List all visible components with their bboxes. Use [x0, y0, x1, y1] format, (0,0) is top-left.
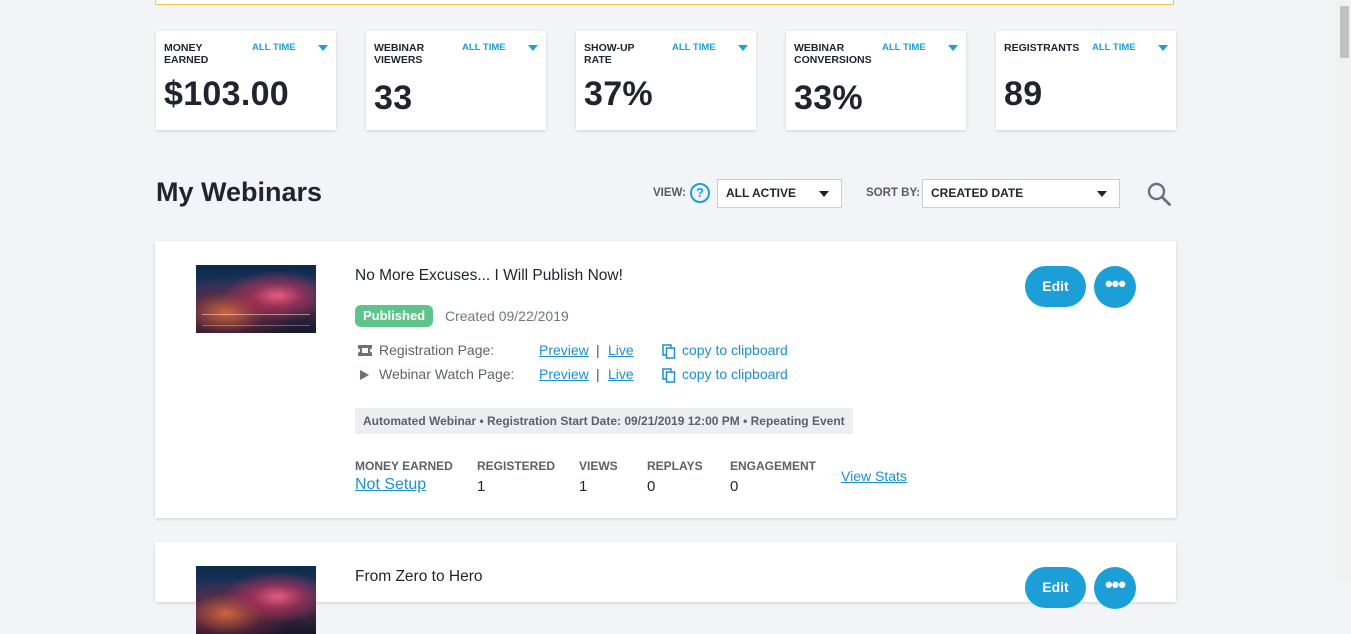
view-select[interactable]: ALL ACTIVE [717, 179, 842, 208]
stat-label: SHOW-UP RATE [584, 42, 635, 66]
stat-label: MONEY EARNED [164, 42, 209, 66]
registration-preview-link[interactable]: Preview [539, 342, 589, 358]
caret-down-icon[interactable] [318, 45, 328, 51]
page-scrollbar[interactable] [1336, 0, 1351, 583]
stat-range-dropdown[interactable]: ALL TIME [462, 42, 506, 54]
stat-value: 37% [584, 75, 653, 113]
caret-down-icon [1097, 191, 1107, 197]
scrollbar-thumb[interactable] [1340, 6, 1349, 58]
stat-card-show-up-rate: SHOW-UP RATE ALL TIME 37% [576, 31, 756, 130]
page-title: My Webinars [156, 177, 323, 207]
stat-value: $103.00 [164, 75, 290, 113]
more-options-icon: ••• [1104, 271, 1126, 296]
link-separator: | [596, 366, 600, 382]
watch-preview-link[interactable]: Preview [539, 366, 589, 382]
stat-range-dropdown[interactable]: ALL TIME [882, 42, 926, 54]
stat-value: 33 [374, 79, 413, 117]
stat-label: WEBINAR CONVERSIONS [794, 42, 872, 66]
sort-select[interactable]: CREATED DATE [922, 179, 1120, 208]
replays-value: 0 [647, 478, 656, 495]
registration-live-link[interactable]: Live [608, 342, 634, 358]
webinar-thumbnail[interactable] [196, 265, 316, 333]
thumbnail-caption [202, 314, 310, 326]
edit-button[interactable]: Edit [1025, 567, 1086, 608]
stat-value: 89 [1004, 75, 1043, 113]
view-label: VIEW: [653, 187, 687, 199]
caret-down-icon[interactable] [948, 45, 958, 51]
caret-down-icon[interactable] [528, 45, 538, 51]
caret-down-icon [819, 191, 829, 197]
webinar-card: From Zero to Hero Edit ••• [155, 542, 1176, 634]
ticket-icon [358, 345, 372, 356]
webinar-title[interactable]: From Zero to Hero [355, 568, 482, 586]
stat-card-money-earned: MONEY EARNED ALL TIME $103.00 [156, 31, 336, 130]
link-separator: | [596, 342, 600, 358]
copy-icon[interactable] [662, 368, 676, 383]
registered-value: 1 [477, 478, 486, 495]
watch-copy-link[interactable]: copy to clipboard [682, 366, 788, 382]
stat-range-dropdown[interactable]: ALL TIME [1092, 42, 1136, 54]
views-label: VIEWS [579, 459, 618, 473]
stat-range-dropdown[interactable]: ALL TIME [672, 42, 716, 54]
play-icon [360, 370, 369, 380]
registration-page-label: Registration Page: [379, 342, 495, 358]
more-options-button[interactable]: ••• [1094, 567, 1136, 609]
stat-label: REGISTRANTS [1004, 42, 1080, 54]
webinar-title[interactable]: No More Excuses... I Will Publish Now! [355, 267, 623, 285]
webinar-meta-info: Automated Webinar • Registration Start D… [355, 408, 853, 434]
replays-label: REPLAYS [647, 459, 703, 473]
views-value: 1 [579, 478, 588, 495]
stat-value: 33% [794, 79, 863, 117]
engagement-value: 0 [730, 478, 739, 495]
view-stats-link[interactable]: View Stats [841, 468, 907, 484]
caret-down-icon[interactable] [738, 45, 748, 51]
registered-label: REGISTERED [477, 459, 556, 473]
webinar-thumbnail[interactable] [196, 566, 316, 634]
copy-icon[interactable] [662, 344, 676, 359]
edit-button[interactable]: Edit [1025, 266, 1086, 307]
more-options-button[interactable]: ••• [1094, 266, 1136, 308]
status-badge: Published [355, 305, 434, 327]
view-select-value: ALL ACTIVE [726, 186, 797, 200]
notice-banner [155, 0, 1174, 5]
money-earned-setup-link[interactable]: Not Setup [355, 476, 426, 494]
help-icon[interactable]: ? [690, 183, 710, 203]
created-date: Created 09/22/2019 [445, 308, 569, 324]
stat-card-webinar-conversions: WEBINAR CONVERSIONS ALL TIME 33% [786, 31, 966, 130]
sort-select-value: CREATED DATE [931, 186, 1024, 200]
search-icon[interactable] [1146, 181, 1172, 207]
sort-label: SORT BY: [866, 187, 921, 199]
stat-card-registrants: REGISTRANTS ALL TIME 89 [996, 31, 1176, 130]
more-options-icon: ••• [1104, 572, 1126, 597]
webinar-card: No More Excuses... I Will Publish Now! P… [155, 241, 1176, 518]
stat-label: WEBINAR VIEWERS [374, 42, 425, 66]
caret-down-icon[interactable] [1158, 45, 1168, 51]
stat-card-webinar-viewers: WEBINAR VIEWERS ALL TIME 33 [366, 31, 546, 130]
watch-live-link[interactable]: Live [608, 366, 634, 382]
watch-page-label: Webinar Watch Page: [379, 366, 515, 382]
engagement-label: ENGAGEMENT [730, 459, 817, 473]
money-earned-label: MONEY EARNED [355, 459, 453, 473]
registration-copy-link[interactable]: copy to clipboard [682, 342, 788, 358]
stat-range-dropdown[interactable]: ALL TIME [252, 42, 296, 54]
